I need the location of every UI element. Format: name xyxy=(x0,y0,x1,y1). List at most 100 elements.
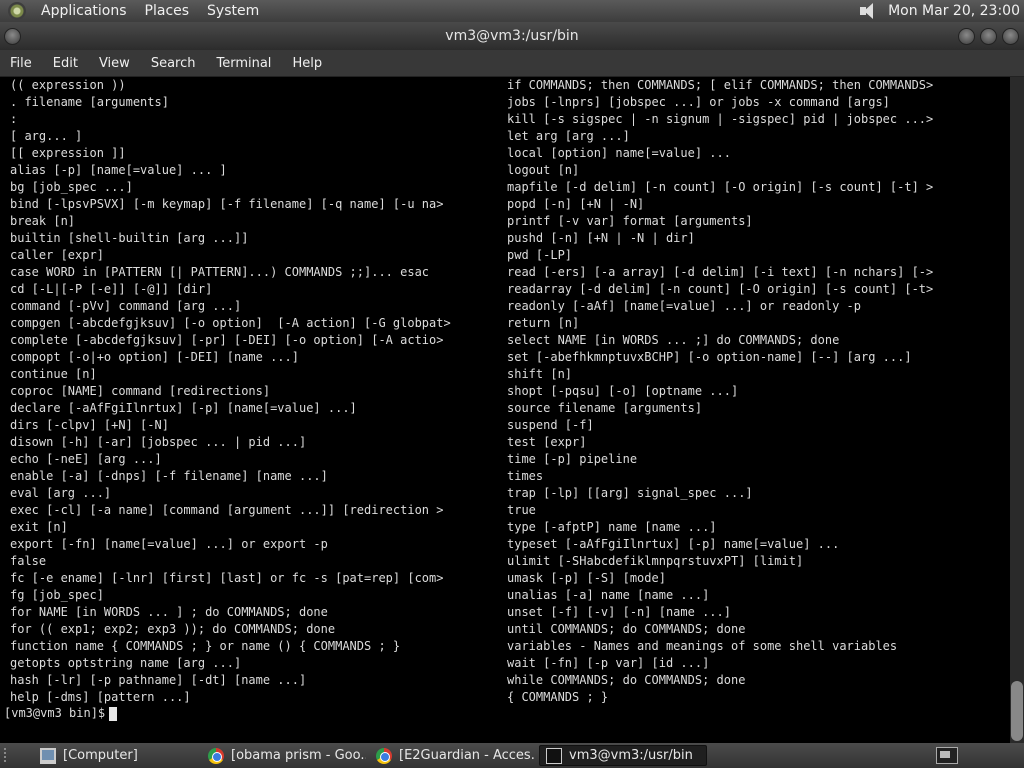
terminal-line: coproc [NAME] command [redirections] xyxy=(10,384,271,398)
terminal-line: : xyxy=(10,112,18,126)
scrollbar-thumb[interactable] xyxy=(1011,681,1023,741)
task-browser-obama-prism[interactable]: [obama prism - Goo... xyxy=(202,745,366,766)
terminal-line: false xyxy=(10,554,47,568)
terminal-line: declare [-aAfFgiIlnrtux] [-p] [name[=val… xyxy=(10,401,357,415)
terminal-line: caller [expr] xyxy=(10,248,104,262)
task-terminal[interactable]: vm3@vm3:/usr/bin xyxy=(539,745,707,766)
terminal-line: pwd [-LP] xyxy=(507,248,573,262)
terminal-icon xyxy=(546,747,562,764)
menu-view[interactable]: View xyxy=(99,56,130,71)
maximize-button[interactable] xyxy=(980,28,997,45)
terminal-line: [[ expression ]] xyxy=(10,146,126,160)
terminal-output[interactable]: (( expression )) . filename [arguments]: [… xyxy=(0,77,1010,743)
menu-file[interactable]: File xyxy=(10,56,32,71)
chrome-icon xyxy=(376,747,392,764)
bottom-taskbar: [Computer] [obama prism - Goo... [E2Guar… xyxy=(0,743,1024,768)
window-titlebar[interactable]: vm3@vm3:/usr/bin xyxy=(0,22,1024,50)
terminal-line: unalias [-a] name [name ...] xyxy=(507,588,710,602)
terminal-line: enable [-a] [-dnps] [-f filename] [name … xyxy=(10,469,328,483)
computer-icon xyxy=(40,747,56,764)
terminal-line: let arg [arg ...] xyxy=(507,129,630,143)
terminal-line: until COMMANDS; do COMMANDS; done xyxy=(507,622,746,636)
terminal-line: type [-afptP] name [name ...] xyxy=(507,520,717,534)
terminal-line: wait [-fn] [-p var] [id ...] xyxy=(507,656,710,670)
terminal-line: hash [-lr] [-p pathname] [-dt] [name ...… xyxy=(10,673,307,687)
terminal-line: dirs [-clpv] [+N] [-N] xyxy=(10,418,169,432)
workspace-switcher-icon[interactable] xyxy=(936,747,958,764)
minimize-button[interactable] xyxy=(958,28,975,45)
terminal-line: return [n] xyxy=(507,316,580,330)
terminal-line: suspend [-f] xyxy=(507,418,594,432)
menu-edit[interactable]: Edit xyxy=(53,56,78,71)
terminal-line: function name { COMMANDS ; } or name () … xyxy=(10,639,401,653)
terminal-line: if COMMANDS; then COMMANDS; [ elif COMMA… xyxy=(507,78,934,92)
terminal-line: shopt [-pqsu] [-o] [optname ...] xyxy=(507,384,739,398)
gnome-logo-icon[interactable] xyxy=(8,2,26,20)
menu-terminal[interactable]: Terminal xyxy=(216,56,271,71)
task-browser-e2guardian[interactable]: [E2Guardian - Acces... xyxy=(370,745,536,766)
terminal-line: test [expr] xyxy=(507,435,587,449)
terminal-line: pushd [-n] [+N | -N | dir] xyxy=(507,231,695,245)
terminal-line: getopts optstring name [arg ...] xyxy=(10,656,242,670)
terminal-line: complete [-abcdefgjksuv] [-pr] [-DEI] [-… xyxy=(10,333,444,347)
terminal-line: exec [-cl] [-a name] [command [argument … xyxy=(10,503,444,517)
menu-search[interactable]: Search xyxy=(151,56,196,71)
terminal-line: typeset [-aAfFgiIlnrtux] [-p] name[=valu… xyxy=(507,537,840,551)
terminal-line: [ arg... ] xyxy=(10,129,83,143)
terminal-line: bg [job_spec ...] xyxy=(10,180,133,194)
help-list-left-column: (( expression )) . filename [arguments]: [… xyxy=(10,77,496,706)
terminal-line: help [-dms] [pattern ...] xyxy=(10,690,191,704)
terminal-line: logout [n] xyxy=(507,163,580,177)
terminal-scrollbar[interactable] xyxy=(1010,77,1024,743)
menu-help[interactable]: Help xyxy=(292,56,322,71)
terminal-line: printf [-v var] format [arguments] xyxy=(507,214,753,228)
panel-handle xyxy=(4,748,24,762)
terminal-line: for NAME [in WORDS ... ] ; do COMMANDS; … xyxy=(10,605,328,619)
volume-icon[interactable] xyxy=(858,2,878,20)
terminal-line: fc [-e ename] [-lnr] [first] [last] or f… xyxy=(10,571,444,585)
terminal-line: ulimit [-SHabcdefiklmnpqrstuvxPT] [limit… xyxy=(507,554,804,568)
terminal-menubar: File Edit View Search Terminal Help xyxy=(0,50,1024,77)
terminal-line: source filename [arguments] xyxy=(507,401,703,415)
places-menu[interactable]: Places xyxy=(136,3,199,19)
terminal-line: cd [-L|[-P [-e]] [-@]] [dir] xyxy=(10,282,213,296)
chrome-icon xyxy=(208,747,224,764)
command-prompt[interactable]: [vm3@vm3 bin]$ xyxy=(4,705,118,722)
terminal-line: (( expression )) xyxy=(10,78,126,92)
terminal-line: shift [n] xyxy=(507,367,573,381)
terminal-line: compgen [-abcdefgjksuv] [-o option] [-A … xyxy=(10,316,451,330)
terminal-line: for (( exp1; exp2; exp3 )); do COMMANDS;… xyxy=(10,622,336,636)
window-menu-button[interactable] xyxy=(4,28,21,45)
applications-menu[interactable]: Applications xyxy=(32,3,136,19)
system-menu[interactable]: System xyxy=(198,3,268,19)
terminal-line: eval [arg ...] xyxy=(10,486,112,500)
terminal-line: time [-p] pipeline xyxy=(507,452,638,466)
terminal-line: continue [n] xyxy=(10,367,97,381)
task-computer[interactable]: [Computer] xyxy=(34,745,198,766)
terminal-line: case WORD in [PATTERN [| PATTERN]...) CO… xyxy=(10,265,430,279)
terminal-line: export [-fn] [name[=value] ...] or expor… xyxy=(10,537,328,551)
terminal-line: echo [-neE] [arg ...] xyxy=(10,452,162,466)
terminal-line: true xyxy=(507,503,536,517)
prompt-text: [vm3@vm3 bin]$ xyxy=(4,706,106,720)
terminal-line: builtin [shell-builtin [arg ...]] xyxy=(10,231,249,245)
terminal-line: { COMMANDS ; } xyxy=(507,690,609,704)
panel-clock[interactable]: Mon Mar 20, 23:00 xyxy=(888,3,1020,19)
terminal-line: command [-pVv] command [arg ...] xyxy=(10,299,242,313)
help-list-right-column: if COMMANDS; then COMMANDS; [ elif COMMA… xyxy=(507,77,997,706)
close-button[interactable] xyxy=(1002,28,1019,45)
terminal-line: unset [-f] [-v] [-n] [name ...] xyxy=(507,605,731,619)
terminal-line: alias [-p] [name[=value] ... ] xyxy=(10,163,227,177)
task-label: [E2Guardian - Acces... xyxy=(399,748,536,763)
terminal-line: popd [-n] [+N | -N] xyxy=(507,197,645,211)
terminal-line: select NAME [in WORDS ... ;] do COMMANDS… xyxy=(507,333,840,347)
terminal-line: readonly [-aAf] [name[=value] ...] or re… xyxy=(507,299,862,313)
terminal-line: break [n] xyxy=(10,214,76,228)
terminal-line: compopt [-o|+o option] [-DEI] [name ...] xyxy=(10,350,299,364)
terminal-line: while COMMANDS; do COMMANDS; done xyxy=(507,673,746,687)
terminal-line: jobs [-lnprs] [jobspec ...] or jobs -x c… xyxy=(507,95,890,109)
task-label: [Computer] xyxy=(63,748,138,763)
top-panel: Applications Places System Mon Mar 20, 2… xyxy=(0,0,1024,22)
terminal-line: . filename [arguments] xyxy=(10,95,169,109)
terminal-line: read [-ers] [-a array] [-d delim] [-i te… xyxy=(507,265,934,279)
